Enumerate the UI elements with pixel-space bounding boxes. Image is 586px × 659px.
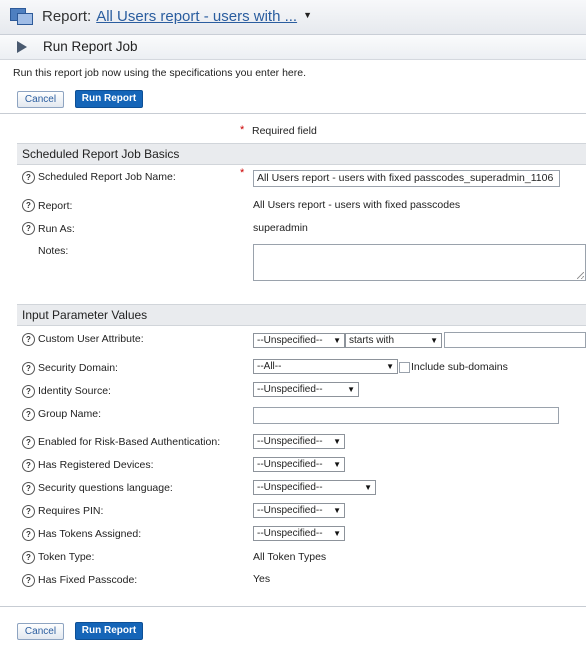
page-header: Report: All Users report - users with ...… xyxy=(0,0,586,35)
custom-attr-value-field[interactable] xyxy=(444,332,586,348)
help-icon[interactable]: ? xyxy=(22,505,35,518)
required-star: * xyxy=(240,167,245,179)
section-header-basics: Scheduled Report Job Basics xyxy=(17,143,586,165)
rba-select[interactable]: --Unspecified-- ▼ xyxy=(253,434,345,449)
chevron-down-icon: ▼ xyxy=(333,336,341,345)
title-prefix: Report: xyxy=(42,8,92,25)
run-report-button-bottom[interactable]: Run Report xyxy=(75,622,143,640)
chevron-down-icon: ▼ xyxy=(333,529,341,538)
requires-pin-label: Requires PIN: xyxy=(38,505,104,517)
chevron-down-icon[interactable]: ▼ xyxy=(303,10,312,20)
chevron-down-icon: ▼ xyxy=(430,336,438,345)
select-value: --Unspecified-- xyxy=(257,528,323,539)
include-subdomains-checkbox[interactable] xyxy=(399,362,410,373)
report-label: Report: xyxy=(38,200,73,212)
report-value: All Users report - users with fixed pass… xyxy=(253,199,461,211)
resize-grip-icon[interactable] xyxy=(577,272,584,279)
chevron-down-icon: ▼ xyxy=(333,460,341,469)
job-name-label: Scheduled Report Job Name: xyxy=(38,171,176,183)
include-subdomains-label: Include sub-domains xyxy=(411,361,508,373)
run-report-button-top[interactable]: Run Report xyxy=(75,90,143,108)
intro-text: Run this report job now using the specif… xyxy=(13,67,307,79)
help-icon[interactable]: ? xyxy=(22,222,35,235)
help-icon[interactable]: ? xyxy=(22,385,35,398)
help-icon[interactable]: ? xyxy=(22,528,35,541)
divider xyxy=(0,606,586,607)
run-as-label: Run As: xyxy=(38,223,75,235)
required-field-note: Required field xyxy=(252,125,317,137)
sq-language-select[interactable]: --Unspecified-- ▼ xyxy=(253,480,376,495)
select-value: --All-- xyxy=(257,361,282,372)
help-icon[interactable]: ? xyxy=(22,459,35,472)
custom-attr-operator-select[interactable]: starts with ▼ xyxy=(345,333,442,348)
chevron-down-icon: ▼ xyxy=(347,385,355,394)
select-value: starts with xyxy=(349,335,395,346)
select-value: --Unspecified-- xyxy=(257,335,323,346)
page-title: Report: All Users report - users with ...… xyxy=(42,8,312,25)
chevron-down-icon: ▼ xyxy=(364,483,372,492)
help-icon[interactable]: ? xyxy=(22,574,35,587)
cancel-button-top[interactable]: Cancel xyxy=(17,91,64,108)
select-value: --Unspecified-- xyxy=(257,482,323,493)
select-value: --Unspecified-- xyxy=(257,436,323,447)
sq-language-label: Security questions language: xyxy=(38,482,173,494)
notes-label: Notes: xyxy=(38,245,69,257)
requires-pin-select[interactable]: --Unspecified-- ▼ xyxy=(253,503,345,518)
notes-textarea[interactable] xyxy=(253,244,586,281)
token-type-label: Token Type: xyxy=(38,551,95,563)
section-title: Input Parameter Values xyxy=(22,308,148,322)
rba-label: Enabled for Risk-Based Authentication: xyxy=(38,436,221,448)
job-name-field[interactable]: All Users report - users with fixed pass… xyxy=(253,170,560,187)
tokens-assigned-label: Has Tokens Assigned: xyxy=(38,528,142,540)
help-icon[interactable]: ? xyxy=(22,551,35,564)
registered-devices-select[interactable]: --Unspecified-- ▼ xyxy=(253,457,345,472)
security-domain-select[interactable]: --All-- ▼ xyxy=(253,359,398,374)
select-value: --Unspecified-- xyxy=(257,384,323,395)
help-icon[interactable]: ? xyxy=(22,171,35,184)
group-name-field[interactable] xyxy=(253,407,559,424)
report-link[interactable]: All Users report - users with ... xyxy=(96,8,297,25)
identity-source-label: Identity Source: xyxy=(38,385,111,397)
chevron-down-icon: ▼ xyxy=(333,506,341,515)
divider xyxy=(0,113,586,114)
section-title: Scheduled Report Job Basics xyxy=(22,147,180,161)
help-icon[interactable]: ? xyxy=(22,436,35,449)
token-type-value: All Token Types xyxy=(253,551,327,563)
chevron-down-icon: ▼ xyxy=(333,437,341,446)
select-value: --Unspecified-- xyxy=(257,505,323,516)
chevron-down-icon: ▼ xyxy=(386,362,394,371)
fixed-passcode-value: Yes xyxy=(253,573,271,585)
job-title: Run Report Job xyxy=(43,39,138,54)
required-star: * xyxy=(240,124,245,136)
custom-attr-label: Custom User Attribute: xyxy=(38,333,144,345)
custom-attr-select[interactable]: --Unspecified-- ▼ xyxy=(253,333,345,348)
help-icon[interactable]: ? xyxy=(22,199,35,212)
security-domain-label: Security Domain: xyxy=(38,362,118,374)
help-icon[interactable]: ? xyxy=(22,333,35,346)
help-icon[interactable]: ? xyxy=(22,408,35,421)
cancel-button-bottom[interactable]: Cancel xyxy=(17,623,64,640)
help-icon[interactable]: ? xyxy=(22,482,35,495)
tokens-assigned-select[interactable]: --Unspecified-- ▼ xyxy=(253,526,345,541)
job-title-bar: Run Report Job xyxy=(0,35,586,60)
select-value: --Unspecified-- xyxy=(257,459,323,470)
fixed-passcode-label: Has Fixed Passcode: xyxy=(38,574,138,586)
help-icon[interactable]: ? xyxy=(22,362,35,375)
registered-devices-label: Has Registered Devices: xyxy=(38,459,154,471)
run-as-value: superadmin xyxy=(253,222,308,234)
identity-source-select[interactable]: --Unspecified-- ▼ xyxy=(253,382,359,397)
group-name-label: Group Name: xyxy=(38,408,102,420)
report-windows-icon xyxy=(10,8,33,25)
play-icon xyxy=(17,41,27,53)
section-header-params: Input Parameter Values xyxy=(17,304,586,326)
